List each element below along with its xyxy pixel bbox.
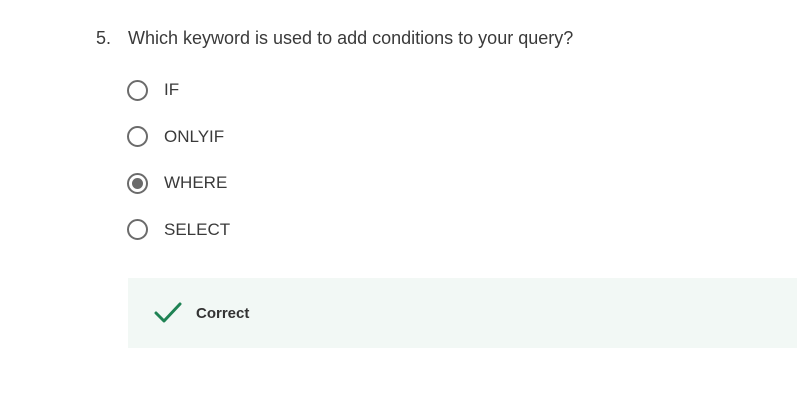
option-label: SELECT [164, 219, 231, 239]
option-label: ONLYIF [164, 126, 225, 146]
option-label: IF [164, 80, 180, 99]
option-where[interactable]: WHERE [127, 170, 230, 196]
radio-button[interactable] [127, 126, 148, 147]
answer-options: IF ONLYIF WHERE SELECT [127, 77, 230, 263]
feedback-status: Correct [196, 304, 250, 322]
question: 5. Which keyword is used to add conditio… [96, 26, 573, 50]
option-label: WHERE [164, 173, 228, 192]
option-select[interactable]: SELECT [127, 217, 230, 243]
radio-button[interactable] [127, 79, 148, 101]
question-number: 5. [96, 28, 112, 48]
radio-button[interactable] [127, 219, 148, 240]
feedback-banner: Correct [128, 278, 797, 348]
option-if[interactable]: IF [127, 77, 230, 103]
radio-button-selected[interactable] [127, 172, 148, 194]
question-text: Which keyword is used to add conditions … [128, 28, 574, 48]
option-onlyif[interactable]: ONLYIF [127, 124, 230, 150]
checkmark-icon [154, 301, 184, 325]
